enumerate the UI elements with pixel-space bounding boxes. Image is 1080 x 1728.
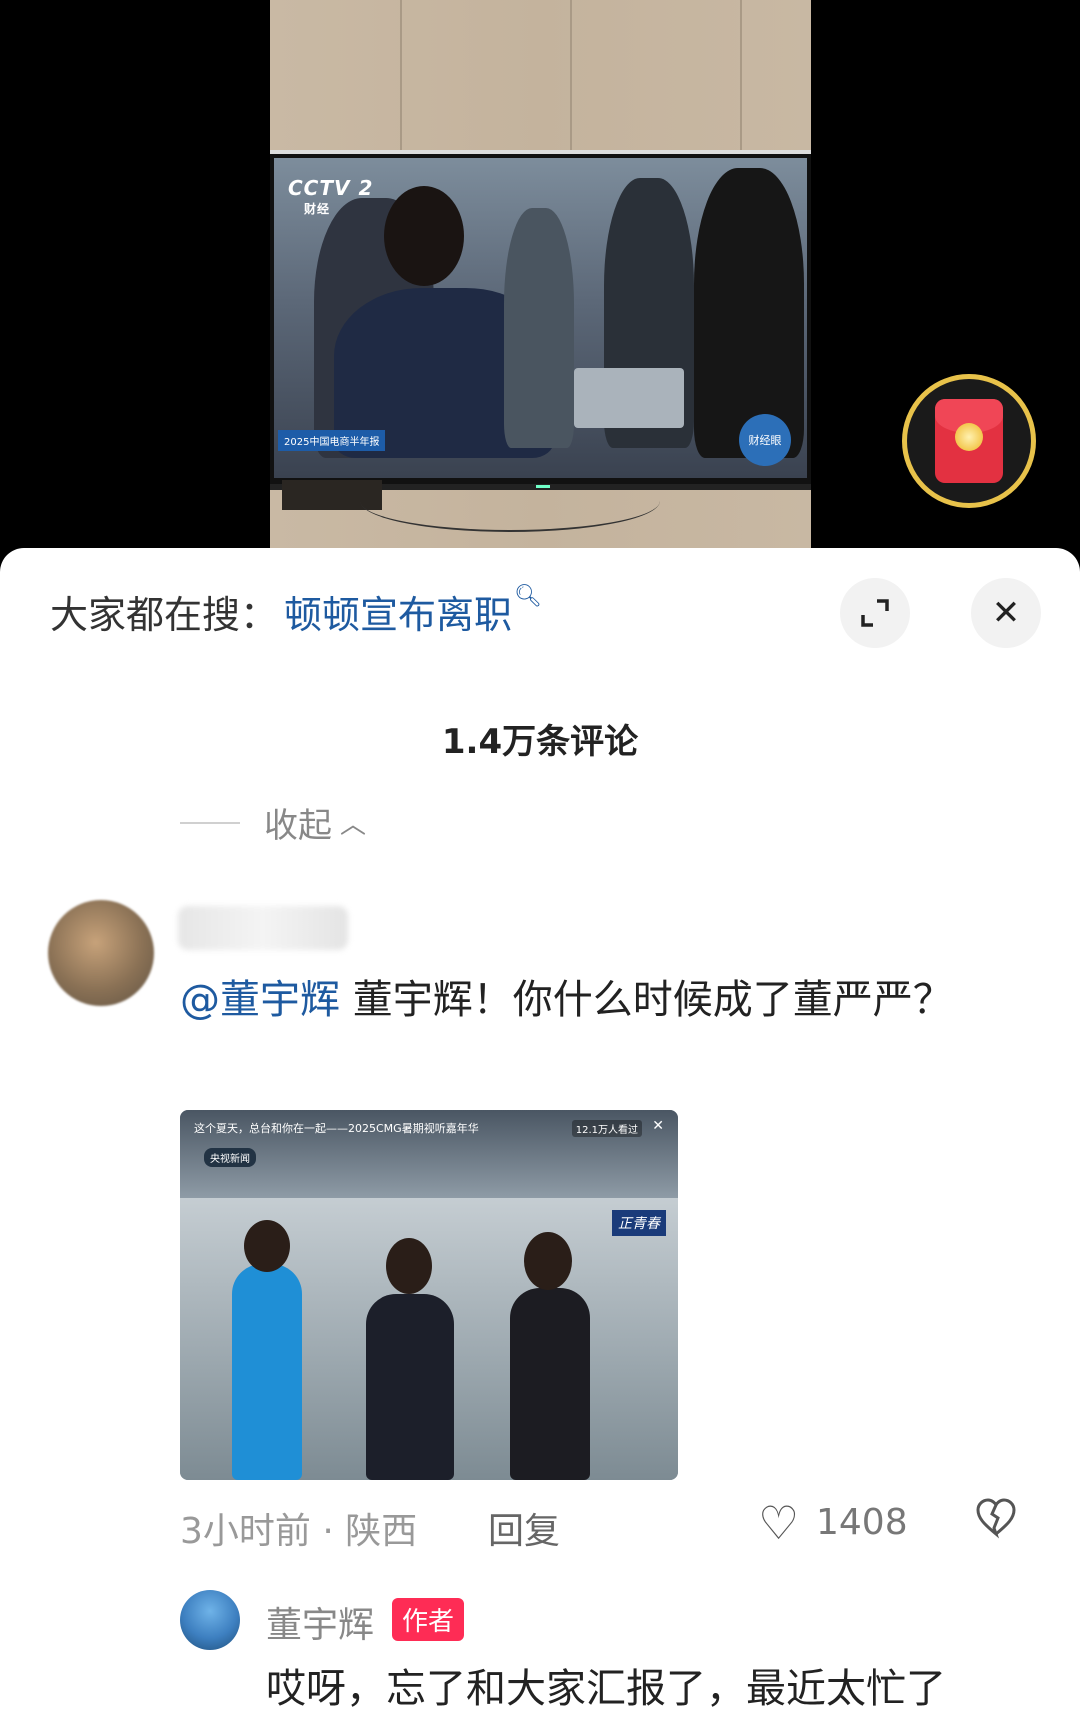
wall-panel-line bbox=[400, 0, 402, 160]
author-avatar[interactable] bbox=[180, 1590, 240, 1650]
trending-search-label: 大家都在搜： bbox=[50, 593, 279, 637]
image-program-logo: 正青春 bbox=[612, 1210, 666, 1236]
tv-program-badge: 财经眼 bbox=[739, 414, 791, 466]
comment-sheet: 大家都在搜： 顿顿宣布离职🔍︎ ✕ 1.4万条评论 收起 ︿ @董宇辉 董宇辉！你… bbox=[0, 548, 1080, 1728]
reply-text: 哎呀，忘了和大家汇报了，最近太忙了 bbox=[266, 1666, 946, 1712]
divider bbox=[180, 821, 240, 824]
trending-search[interactable]: 大家都在搜： 顿顿宣布离职🔍︎ bbox=[50, 584, 542, 639]
image-title: 这个夏天，总台和你在一起——2025CMG暑期视听嘉年华 bbox=[194, 1122, 479, 1135]
comment-meta: 3小时前 · 陕西 回复 ♡ 1408 bbox=[180, 1496, 1050, 1562]
tv-screen: CCTV 2 财经 2025中国电商半年报 财经眼 bbox=[274, 158, 807, 478]
expand-icon bbox=[861, 599, 889, 627]
image-stage bbox=[180, 1198, 678, 1480]
comment-image[interactable]: 这个夏天，总台和你在一起——2025CMG暑期视听嘉年华 12.1万人看过 ✕ … bbox=[180, 1110, 678, 1480]
username-blurred bbox=[178, 906, 348, 950]
avatar[interactable] bbox=[48, 900, 154, 1006]
heart-icon[interactable]: ♡ bbox=[758, 1496, 799, 1550]
broken-heart-icon[interactable] bbox=[974, 1496, 1018, 1551]
cctv-logo: CCTV 2 财经 bbox=[288, 176, 374, 216]
red-envelope-button[interactable] bbox=[902, 374, 1036, 508]
author-name[interactable]: 董宇辉 bbox=[266, 1596, 374, 1648]
close-button[interactable]: ✕ bbox=[971, 578, 1041, 648]
cable bbox=[360, 470, 660, 532]
reply-button[interactable]: 回复 bbox=[488, 1502, 560, 1554]
close-icon: ✕ bbox=[991, 593, 1021, 633]
search-icon: 🔍︎ bbox=[514, 584, 542, 609]
video-frame: CCTV 2 财经 2025中国电商半年报 财经眼 bbox=[270, 0, 811, 548]
collapse-label: 收起 bbox=[264, 806, 332, 846]
image-close-icon: ✕ bbox=[652, 1118, 664, 1134]
tv-set: CCTV 2 财经 2025中国电商半年报 财经眼 bbox=[270, 150, 811, 490]
red-envelope-icon bbox=[935, 399, 1003, 483]
mention-link[interactable]: @董宇辉 bbox=[180, 977, 340, 1023]
wall-panel-line bbox=[570, 0, 572, 160]
comment-time-location: 3小时前 · 陕西 bbox=[180, 1511, 418, 1552]
video-player[interactable]: CCTV 2 财经 2025中国电商半年报 财经眼 bbox=[0, 0, 1080, 560]
comment-text: @董宇辉 董宇辉！你什么时候成了董严严？ bbox=[180, 968, 1000, 1032]
collapse-replies[interactable]: 收起 ︿ bbox=[180, 798, 366, 847]
trending-search-term[interactable]: 顿顿宣布离职 bbox=[284, 593, 512, 637]
comment-body: 董宇辉！你什么时候成了董严严？ bbox=[340, 977, 953, 1023]
wall-panel-line bbox=[740, 0, 742, 160]
image-views: 12.1万人看过 bbox=[571, 1120, 642, 1137]
author-badge: 作者 bbox=[392, 1598, 465, 1641]
expand-button[interactable] bbox=[840, 578, 910, 648]
image-channel-chip: 央视新闻 bbox=[204, 1148, 256, 1167]
like-count: 1408 bbox=[816, 1502, 908, 1543]
comment-count: 1.4万条评论 bbox=[441, 722, 639, 762]
chevron-up-icon: ︿ bbox=[340, 810, 367, 840]
tv-banner: 2025中国电商半年报 bbox=[278, 430, 386, 451]
image-header: 这个夏天，总台和你在一起——2025CMG暑期视听嘉年华 12.1万人看过 ✕ … bbox=[180, 1110, 678, 1198]
